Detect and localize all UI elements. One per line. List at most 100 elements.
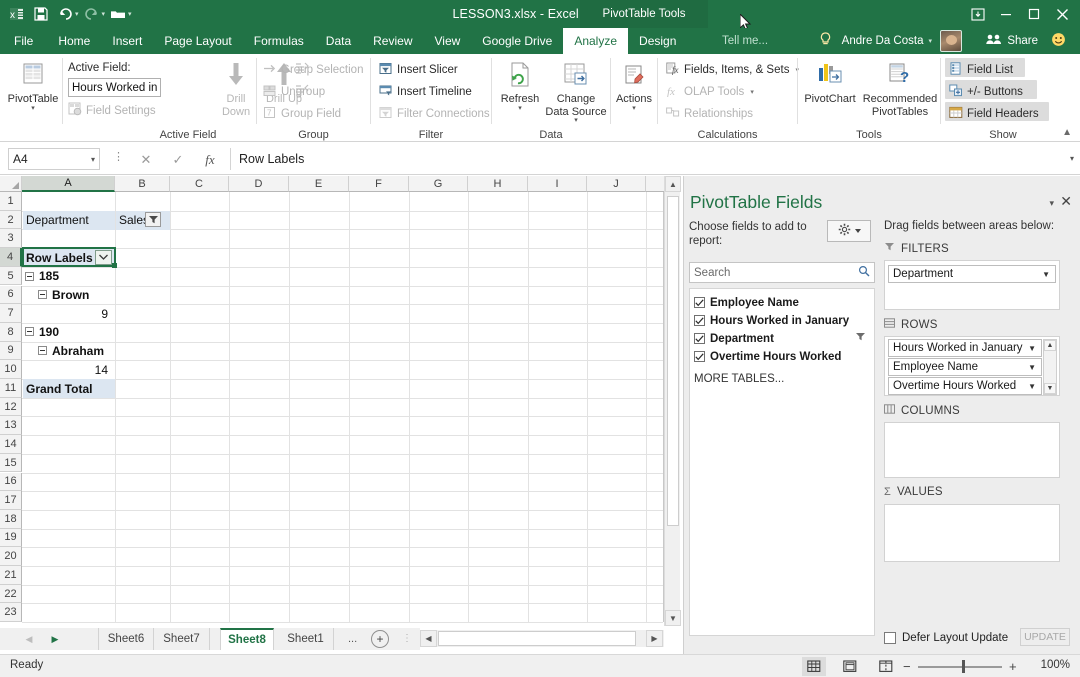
recommended-pivottables-button[interactable]: ? Recommended PivotTables xyxy=(860,62,940,118)
row-header-4[interactable]: 4 xyxy=(0,248,22,267)
filter-connections-button[interactable]: Filter Connections xyxy=(379,104,490,123)
field-item-overtime-hours-worked[interactable]: Overtime Hours Worked xyxy=(694,348,872,365)
checkbox-unchecked-icon[interactable] xyxy=(884,632,896,644)
column-header-i[interactable]: I xyxy=(528,176,587,192)
row-header-6[interactable]: 6 xyxy=(0,285,22,305)
defer-layout-update-checkbox[interactable]: Defer Layout Update xyxy=(884,632,1008,644)
scroll-down-button[interactable]: ▼ xyxy=(665,610,681,626)
checkbox-checked-icon[interactable] xyxy=(694,297,705,308)
row-header-9[interactable]: 9 xyxy=(0,341,22,361)
row-header-20[interactable]: 20 xyxy=(0,547,22,566)
grid-horizontal-scrollbar[interactable]: ◀ ▶ xyxy=(420,630,664,647)
refresh-dropdown-icon[interactable]: ▾ xyxy=(518,105,522,113)
confirm-icon[interactable]: ✓ xyxy=(168,151,188,168)
ungroup-button[interactable]: Ungroup xyxy=(263,82,325,101)
cell-a7[interactable]: 9 xyxy=(23,304,108,323)
row-header-7[interactable]: 7 xyxy=(0,304,22,323)
relationships-button[interactable]: Relationships xyxy=(666,104,753,123)
grid-vertical-scrollbar[interactable]: ▲ ▼ xyxy=(664,176,681,626)
row-header-1[interactable]: 1 xyxy=(0,192,22,211)
redo-dropdown-icon[interactable]: ▾ xyxy=(102,10,106,18)
sheet-tab-splitter[interactable]: ⋮ xyxy=(402,633,412,644)
vertical-scroll-thumb[interactable] xyxy=(667,196,679,526)
row-header-14[interactable]: 14 xyxy=(0,435,22,454)
pane-options-caret-icon[interactable]: ▾ xyxy=(1049,198,1054,209)
open-icon[interactable] xyxy=(107,3,129,25)
plus-minus-buttons-button[interactable]: +/- Buttons xyxy=(949,82,1023,101)
actions-dropdown-icon[interactable]: ▾ xyxy=(632,105,636,113)
column-header-d[interactable]: D xyxy=(229,176,289,192)
search-input[interactable]: Search xyxy=(689,262,875,283)
filters-area[interactable]: Department ▼ xyxy=(884,260,1060,310)
gear-dropdown-icon[interactable] xyxy=(854,229,861,233)
column-header-c[interactable]: C xyxy=(170,176,229,192)
rows-area[interactable]: Hours Worked in January ▼ Employee Name … xyxy=(884,336,1060,396)
row-header-18[interactable]: 18 xyxy=(0,509,22,529)
scroll-left-button[interactable]: ◀ xyxy=(420,630,437,647)
field-list[interactable]: Employee Name Hours Worked in January De… xyxy=(689,288,875,636)
page-field-filter-button[interactable] xyxy=(145,212,161,227)
cell-a11[interactable]: Grand Total xyxy=(23,379,115,398)
field-item-employee-name[interactable]: Employee Name xyxy=(694,294,872,311)
tab-analyze[interactable]: Analyze xyxy=(563,28,629,54)
rows-pill-employee-name[interactable]: Employee Name ▼ xyxy=(888,358,1042,376)
name-box[interactable]: A4 ▾ xyxy=(8,148,100,170)
update-button[interactable]: UPDATE xyxy=(1020,628,1070,646)
cell-b2[interactable]: Sales xyxy=(116,210,170,230)
field-settings-button[interactable]: Field Settings xyxy=(68,101,156,120)
row-header-12[interactable]: 12 xyxy=(0,397,22,417)
column-header-h[interactable]: H xyxy=(468,176,528,192)
pane-close-icon[interactable]: ✕ xyxy=(1060,194,1072,208)
row-header-13[interactable]: 13 xyxy=(0,416,22,436)
sheet-tab-sheet1[interactable]: Sheet1 xyxy=(278,628,334,650)
formula-input[interactable]: Row Labels xyxy=(230,148,1050,170)
rows-scroll-down-button[interactable]: ▼ xyxy=(1044,383,1056,394)
zoom-in-icon[interactable]: + xyxy=(1009,659,1017,674)
page-break-preview-icon[interactable] xyxy=(874,657,898,676)
collapse-button-a5[interactable] xyxy=(25,271,34,281)
cell-a2[interactable]: Department xyxy=(23,210,115,230)
cell-a5[interactable]: 185 xyxy=(36,267,114,286)
pane-layout-options-button[interactable] xyxy=(827,220,871,242)
drill-down-button[interactable]: Drill Down xyxy=(211,62,261,118)
nav-previous-icon[interactable]: ◀ xyxy=(20,631,38,647)
fields-items-sets-button[interactable]: fx Fields, Items, & Sets ▾ xyxy=(666,60,799,79)
lightbulb-icon[interactable] xyxy=(819,32,832,50)
page-layout-view-icon[interactable] xyxy=(838,657,862,676)
cell-a9[interactable]: Abraham xyxy=(49,342,115,361)
zoom-slider[interactable] xyxy=(918,666,1002,668)
insert-timeline-button[interactable]: Insert Timeline xyxy=(379,82,472,101)
tell-me-box[interactable]: Tell me... xyxy=(722,28,768,54)
expand-formula-bar-icon[interactable]: ▾ xyxy=(1070,154,1074,163)
close-icon[interactable] xyxy=(1048,0,1076,28)
row-header-17[interactable]: 17 xyxy=(0,491,22,510)
tab-insert[interactable]: Insert xyxy=(101,28,153,54)
customize-qat-icon[interactable]: ▾ xyxy=(128,10,132,18)
zoom-level-label[interactable]: 100% xyxy=(1041,659,1070,671)
row-header-10[interactable]: 10 xyxy=(0,360,22,379)
row-header-5[interactable]: 5 xyxy=(0,266,22,286)
tab-review[interactable]: Review xyxy=(362,28,423,54)
tab-view[interactable]: View xyxy=(424,28,472,54)
row-header-19[interactable]: 19 xyxy=(0,528,22,548)
horizontal-scroll-thumb[interactable] xyxy=(438,631,636,646)
pivotchart-button[interactable]: PivotChart xyxy=(798,62,862,106)
name-box-caret-icon[interactable]: ▾ xyxy=(91,155,95,164)
row-labels-dropdown-button[interactable] xyxy=(95,249,112,265)
scroll-up-button[interactable]: ▲ xyxy=(665,176,681,192)
group-field-button[interactable]: 7 Group Field xyxy=(263,104,341,123)
row-header-22[interactable]: 22 xyxy=(0,584,22,604)
column-header-j[interactable]: J xyxy=(587,176,646,192)
account-name[interactable]: Andre Da Costa ▾ xyxy=(842,28,932,54)
tab-file[interactable]: File xyxy=(0,28,47,54)
collapse-button-a8[interactable] xyxy=(25,327,34,337)
rows-pill-hours-worked-in-january[interactable]: Hours Worked in January ▼ xyxy=(888,339,1042,357)
cell-a10[interactable]: 14 xyxy=(23,361,108,380)
row-header-15[interactable]: 15 xyxy=(0,453,22,473)
collapse-button-a9[interactable] xyxy=(38,346,47,356)
column-header-g[interactable]: G xyxy=(409,176,468,192)
tab-google-drive[interactable]: Google Drive xyxy=(471,28,563,54)
pivottable-dropdown-icon[interactable]: ▾ xyxy=(31,105,35,113)
row-header-23[interactable]: 23 xyxy=(0,603,22,623)
checkbox-checked-icon[interactable] xyxy=(694,315,705,326)
